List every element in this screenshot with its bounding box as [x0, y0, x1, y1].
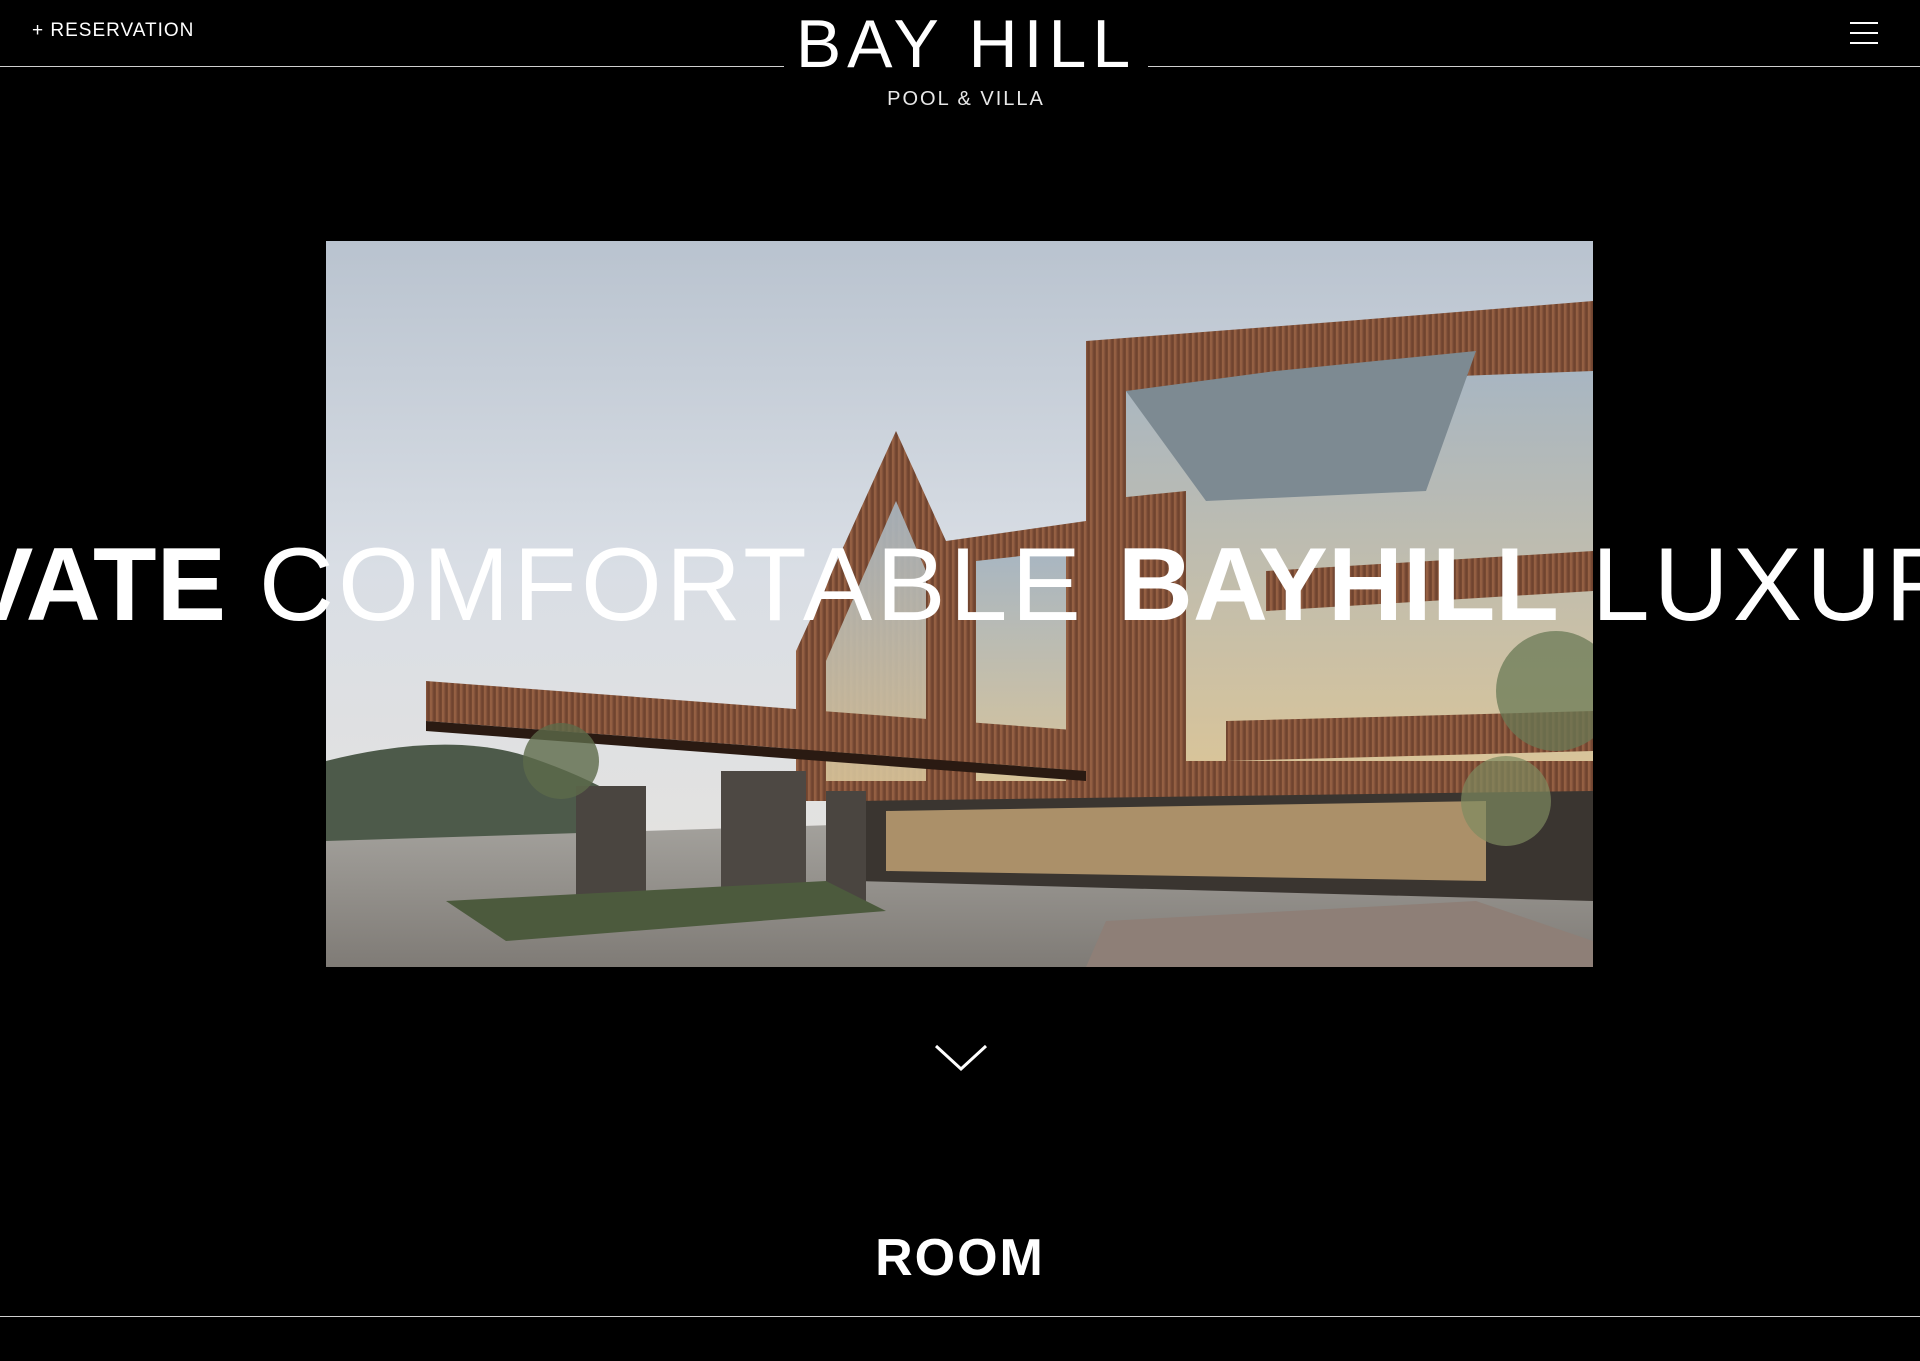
- hamburger-menu-icon[interactable]: [1850, 22, 1878, 44]
- hero-marquee-text: VATE COMFORTABLE BAYHILL LUXURY: [0, 520, 1920, 650]
- room-divider: [0, 1316, 1920, 1317]
- marquee-word-2: COMFORTABLE: [258, 527, 1085, 643]
- reservation-link[interactable]: + RESERVATION: [32, 20, 194, 42]
- menu-bar-top: [1850, 22, 1878, 24]
- page: + RESERVATION BAY HILL POOL & VILLA ATE …: [0, 0, 1920, 1361]
- menu-bar-middle: [1850, 32, 1878, 34]
- marquee-word-3: BAYHILL: [1117, 527, 1559, 643]
- header-divider-right: [1148, 66, 1920, 67]
- room-section-title: ROOM: [875, 1229, 1045, 1287]
- chevron-down-icon[interactable]: [934, 1044, 988, 1072]
- logo-subtitle: POOL & VILLA: [887, 88, 1045, 110]
- logo-title: BAY HILL: [795, 6, 1137, 82]
- site-logo[interactable]: BAY HILL POOL & VILLA: [784, 4, 1148, 111]
- menu-bar-bottom: [1850, 42, 1878, 44]
- marquee-word-1: VATE: [0, 527, 226, 643]
- marquee-word-4: LUXURY: [1591, 527, 1920, 643]
- header-divider-left: [0, 66, 784, 67]
